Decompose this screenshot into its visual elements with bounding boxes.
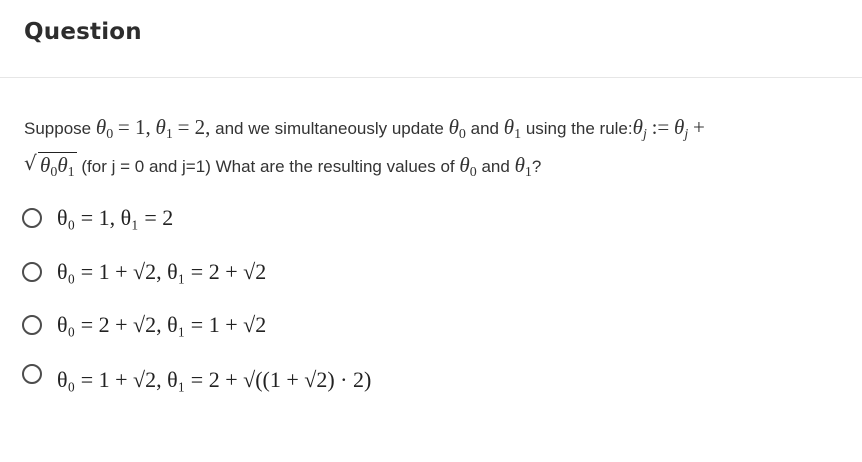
radio-button-icon[interactable] [22, 364, 42, 384]
answer-option-2[interactable]: θ₀ = 1 + √2, θ₁ = 2 + √2 [22, 252, 722, 292]
question-intro: Suppose [24, 119, 92, 138]
option-label: θ₀ = 1, θ₁ = 2 [57, 205, 174, 230]
option-label: θ₀ = 2 + √2, θ₁ = 1 + √2 [57, 312, 267, 337]
question-line-2: √ θ0θ1 (for j = 0 and j=1) What are the r… [24, 150, 834, 188]
question-header: Question [0, 0, 862, 78]
sqrt-theta-product: √ θ0θ1 [24, 151, 77, 180]
answer-option-3[interactable]: θ₀ = 2 + √2, θ₁ = 1 + √2 [22, 305, 722, 345]
answer-option-1[interactable]: θ₀ = 1, θ₁ = 2 [22, 198, 722, 238]
question-line-1: Suppose θ0 = 1, θ1 = 2, and we simultane… [24, 115, 705, 142]
option-label: θ₀ = 1 + √2, θ₁ = 2 + √2 [57, 259, 267, 284]
option-label: θ₀ = 1 + √2, θ₁ = 2 + √((1 + √2) · 2) [57, 367, 372, 392]
answer-option-4[interactable]: θ₀ = 1 + √2, θ₁ = 2 + √((1 + √2) · 2) [22, 360, 722, 400]
question-text: Suppose θ0 = 1, θ1 = 2, and we simultane… [24, 112, 834, 188]
page-title: Question [24, 19, 142, 45]
radio-button-icon[interactable] [22, 208, 42, 228]
radio-button-icon[interactable] [22, 262, 42, 282]
radio-button-icon[interactable] [22, 315, 42, 335]
